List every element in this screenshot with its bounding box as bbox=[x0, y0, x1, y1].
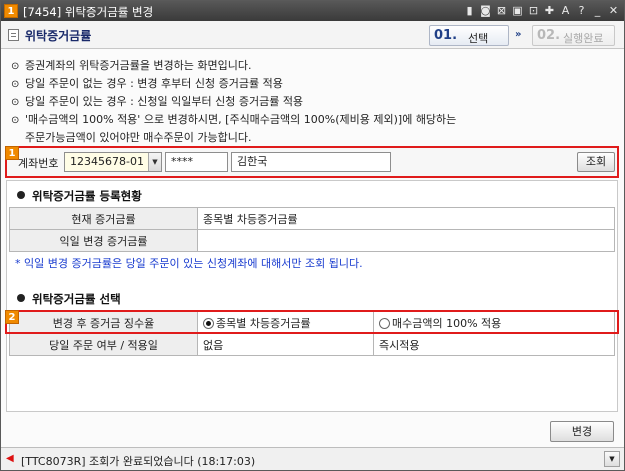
link-icon[interactable]: ⊡ bbox=[527, 4, 540, 17]
step-label: 실행완료 bbox=[563, 32, 604, 45]
status-table: 현재 증거금률 종목별 차등증거금률 익일 변경 증거금률 bbox=[9, 207, 615, 252]
table-row: 당일 주문 여부 / 적용일 없음 즉시적용 bbox=[9, 333, 615, 356]
pin-icon[interactable]: ▮ bbox=[463, 4, 476, 17]
order-status-label: 당일 주문 여부 / 적용일 bbox=[9, 333, 198, 356]
section-title-select: 위탁증거금률 선택 bbox=[17, 291, 121, 307]
chevron-down-icon[interactable]: ▼ bbox=[604, 451, 620, 467]
text-size-icon[interactable]: A bbox=[559, 4, 572, 17]
order-status-value: 없음 bbox=[197, 333, 374, 356]
bullet-icon: ⊙ bbox=[11, 79, 20, 90]
step-number: 01. bbox=[434, 28, 458, 43]
next-day-rate-value bbox=[197, 229, 615, 252]
next-day-rate-label: 익일 변경 증거금률 bbox=[9, 229, 198, 252]
info-line: ⊙ '매수금액의 100% 적용' 으로 변경하시면, [주식매수금액의 100%… bbox=[11, 111, 611, 129]
window-title: [7454] 위탁증거금률 변경 bbox=[23, 5, 154, 19]
bullet-dot-icon bbox=[17, 191, 25, 199]
step-arrow-icon: » bbox=[515, 29, 522, 40]
title-bar-icons: ▮ ◙ ⊠ ▣ ⊡ ✚ A ? _ ✕ bbox=[463, 4, 620, 17]
info-line: ⊙ 당일 주문이 없는 경우 : 변경 후부터 신청 증거금률 적용 bbox=[11, 75, 611, 93]
window-number-badge: 1 bbox=[4, 4, 18, 18]
grid-icon[interactable]: ⊠ bbox=[495, 4, 508, 17]
bullet-icon: ⊙ bbox=[11, 115, 20, 126]
bullet-dot-icon bbox=[17, 294, 25, 302]
highlight-box-1 bbox=[5, 146, 619, 178]
change-button[interactable]: 변경 bbox=[550, 421, 614, 442]
table-row: 익일 변경 증거금률 bbox=[9, 229, 615, 252]
status-bar: ◀ [TTC8073R] 조회가 완료되었습니다 (18:17:03) ▼ bbox=[1, 447, 624, 470]
tool-icon[interactable]: ✚ bbox=[543, 4, 556, 17]
alert-icon: ◀ bbox=[6, 453, 14, 464]
main-panel: 위탁증거금률 등록현황 현재 증거금률 종목별 차등증거금률 익일 변경 증거금… bbox=[6, 180, 618, 412]
info-line-continuation: 주문가능금액이 있어야만 매수주문이 가능합니다. bbox=[25, 131, 252, 144]
current-rate-value: 종목별 차등증거금률 bbox=[197, 207, 615, 230]
minimize-icon[interactable]: _ bbox=[591, 4, 604, 17]
info-block: ⊙ 증권계좌의 위탁증거금률을 변경하는 화면입니다. ⊙ 당일 주문이 없는 경우… bbox=[11, 57, 611, 147]
step-select[interactable]: 01. 선택 bbox=[429, 25, 509, 46]
current-rate-label: 현재 증거금률 bbox=[9, 207, 198, 230]
info-line: ⊙ 증권계좌의 위탁증거금률을 변경하는 화면입니다. bbox=[11, 57, 611, 75]
table-row: 현재 증거금률 종목별 차등증거금률 bbox=[9, 207, 615, 230]
table-icon[interactable]: ▣ bbox=[511, 4, 524, 17]
bullet-icon: ⊙ bbox=[11, 97, 20, 108]
highlight-tag-1: 1 bbox=[5, 146, 19, 160]
note-text: * 익일 변경 증거금률은 당일 주문이 있는 신청계좌에 대해서만 조회 됩니… bbox=[15, 257, 363, 270]
step-number: 02. bbox=[537, 28, 561, 43]
step-complete: 02. 실행완료 bbox=[532, 25, 615, 46]
section-title-status: 위탁증거금률 등록현황 bbox=[17, 188, 142, 204]
close-icon[interactable]: ✕ bbox=[607, 4, 620, 17]
status-message: [TTC8073R] 조회가 완료되었습니다 (18:17:03) bbox=[21, 455, 256, 468]
lock-icon[interactable]: ◙ bbox=[479, 4, 492, 17]
document-icon bbox=[8, 29, 19, 41]
screen-header: 위탁증거금률 01. 선택 » 02. 실행완료 bbox=[1, 21, 624, 49]
step-label: 선택 bbox=[468, 32, 489, 45]
info-line: ⊙ 당일 주문이 있는 경우 : 신청일 익일부터 신청 증거금률 적용 bbox=[11, 93, 611, 111]
bullet-icon: ⊙ bbox=[11, 61, 20, 72]
app-window: 1 [7454] 위탁증거금률 변경 ▮ ◙ ⊠ ▣ ⊡ ✚ A ? _ ✕ 위… bbox=[0, 0, 625, 471]
page-title: 위탁증거금률 bbox=[25, 29, 92, 43]
help-icon[interactable]: ? bbox=[575, 4, 588, 17]
title-bar[interactable]: 1 [7454] 위탁증거금률 변경 ▮ ◙ ⊠ ▣ ⊡ ✚ A ? _ ✕ bbox=[1, 1, 624, 21]
highlight-tag-2: 2 bbox=[5, 310, 19, 324]
highlight-box-2 bbox=[5, 310, 619, 334]
apply-date-value: 즉시적용 bbox=[373, 333, 615, 356]
